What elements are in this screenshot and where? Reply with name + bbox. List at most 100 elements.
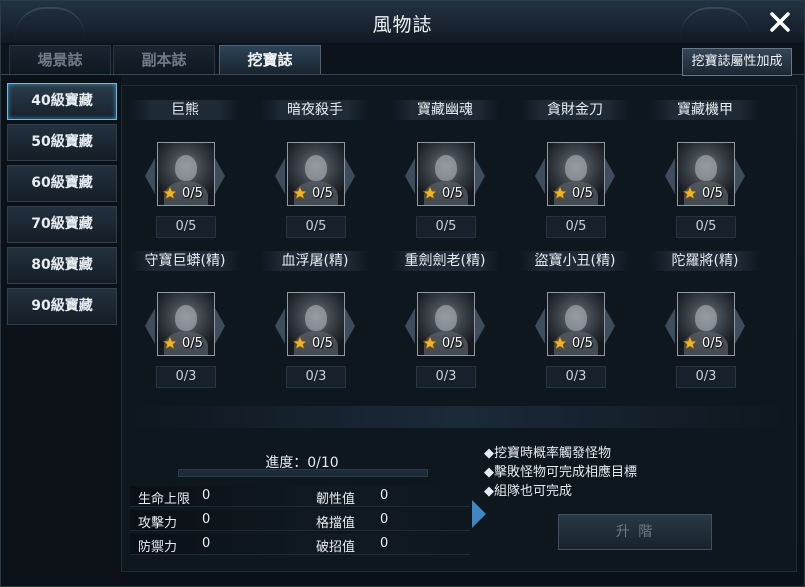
- portrait-count: 0/5: [312, 336, 333, 351]
- sidebar-item-level-60[interactable]: 60級寶藏: [7, 165, 117, 202]
- stat-label: 格擋值: [316, 516, 356, 531]
- portrait-count: 0/5: [182, 186, 203, 201]
- portrait-count: 0/5: [572, 186, 593, 201]
- progress-bar: [178, 469, 428, 477]
- stat-value: 0: [202, 536, 211, 551]
- monster-portrait[interactable]: 0/5: [547, 142, 605, 206]
- monster-card: 0/5: [535, 142, 615, 212]
- monster-portrait[interactable]: 0/5: [157, 142, 215, 206]
- kill-goal: 0/5: [676, 216, 736, 238]
- monster-card: 0/5: [405, 142, 485, 212]
- hint-line: ◆挖寶時概率觸發怪物: [484, 446, 611, 461]
- sidebar-item-level-40[interactable]: 40級寶藏: [7, 83, 117, 120]
- stat-label: 破招值: [316, 540, 356, 555]
- stat-value: 0: [202, 488, 211, 503]
- monster-panel: 巨熊 0/5 0/5 暗夜殺手 0/5 0/5 寶藏幽魂 0/5 0/5 貪財金…: [121, 85, 797, 572]
- tab-treasure[interactable]: 挖寶誌: [219, 45, 321, 74]
- sidebar-item-level-50[interactable]: 50級寶藏: [7, 124, 117, 161]
- portrait-count: 0/5: [572, 336, 593, 351]
- monster-name: 陀羅將(精): [650, 251, 760, 271]
- kill-goal: 0/3: [416, 366, 476, 388]
- stat-label: 韌性值: [316, 492, 356, 507]
- star-icon: [162, 185, 178, 200]
- monster-name: 盜寶小丑(精): [520, 251, 630, 271]
- star-icon: [552, 185, 568, 200]
- stat-row: 防禦力 0 破招值 0: [130, 534, 470, 555]
- kill-goal: 0/5: [286, 216, 346, 238]
- monster-name: 巨熊: [130, 100, 240, 120]
- kill-goal: 0/3: [286, 366, 346, 388]
- stat-label: 防禦力: [138, 540, 178, 555]
- monster-portrait[interactable]: 0/5: [157, 292, 215, 356]
- tab-dungeon[interactable]: 副本誌: [113, 45, 215, 74]
- star-icon: [552, 335, 568, 350]
- arrow-right-icon: [472, 500, 486, 528]
- stat-row: 生命上限 0 韌性值 0: [130, 486, 470, 507]
- star-icon: [162, 335, 178, 350]
- monster-portrait[interactable]: 0/5: [677, 292, 735, 356]
- star-icon: [292, 335, 308, 350]
- hint-line: ◆擊敗怪物可完成相應目標: [484, 465, 637, 480]
- star-icon: [682, 335, 698, 350]
- title-bar: 風物誌: [1, 1, 804, 44]
- kill-goal: 0/3: [546, 366, 606, 388]
- kill-goal: 0/5: [416, 216, 476, 238]
- sidebar-item-level-70[interactable]: 70級寶藏: [7, 206, 117, 243]
- stat-bonus-table: 生命上限 0 韌性值 0 攻擊力 0 格擋值 0 防禦力 0 破招值 0: [130, 486, 470, 555]
- monster-card: 0/5: [535, 292, 615, 362]
- window-title: 風物誌: [372, 14, 433, 36]
- monster-portrait[interactable]: 0/5: [547, 292, 605, 356]
- stat-value: 0: [202, 512, 211, 527]
- portrait-count: 0/5: [442, 336, 463, 351]
- hint-notes: ◆挖寶時概率觸發怪物 ◆擊敗怪物可完成相應目標 ◆組隊也可完成: [484, 444, 784, 501]
- portrait-count: 0/5: [702, 336, 723, 351]
- portrait-count: 0/5: [182, 336, 203, 351]
- portrait-count: 0/5: [702, 186, 723, 201]
- monster-portrait[interactable]: 0/5: [417, 292, 475, 356]
- monster-card: 0/5: [665, 142, 745, 212]
- monster-card: 0/5: [405, 292, 485, 362]
- kill-goal: 0/3: [676, 366, 736, 388]
- treasure-attribute-bonus-button[interactable]: 挖寶誌屬性加成: [682, 48, 792, 76]
- sidebar-item-level-80[interactable]: 80級寶藏: [7, 247, 117, 284]
- monster-card: 0/5: [275, 292, 355, 362]
- monster-card: 0/5: [145, 292, 225, 362]
- portrait-count: 0/5: [312, 186, 333, 201]
- monster-name: 暗夜殺手: [260, 100, 370, 120]
- monster-card: 0/5: [665, 292, 745, 362]
- level-sidebar: 40級寶藏 50級寶藏 60級寶藏 70級寶藏 80級寶藏 90級寶藏: [1, 75, 121, 586]
- stat-label: 生命上限: [138, 492, 191, 507]
- monster-portrait[interactable]: 0/5: [417, 142, 475, 206]
- kill-goal: 0/5: [156, 216, 216, 238]
- monster-portrait[interactable]: 0/5: [287, 292, 345, 356]
- close-button[interactable]: [768, 10, 792, 34]
- ornament-divider: [122, 406, 796, 428]
- monster-name: 寶藏機甲: [650, 100, 760, 120]
- star-icon: [292, 185, 308, 200]
- monster-name: 寶藏幽魂: [390, 100, 500, 120]
- monster-name: 貪財金刀: [520, 100, 630, 120]
- tab-bar: 場景誌 副本誌 挖寶誌 挖寶誌屬性加成: [1, 43, 804, 76]
- monster-card: 0/5: [145, 142, 225, 212]
- tab-scene[interactable]: 場景誌: [9, 45, 111, 74]
- stat-value: 0: [380, 512, 389, 527]
- close-icon: [770, 12, 790, 32]
- stat-label: 攻擊力: [138, 516, 178, 531]
- kill-goal: 0/5: [546, 216, 606, 238]
- sidebar-item-level-90[interactable]: 90級寶藏: [7, 288, 117, 325]
- star-icon: [682, 185, 698, 200]
- hint-line: ◆組隊也可完成: [484, 484, 572, 499]
- bestiary-window: 風物誌 場景誌 副本誌 挖寶誌 挖寶誌屬性加成 40級寶藏 50級寶藏 60級寶…: [0, 0, 805, 587]
- star-icon: [422, 335, 438, 350]
- monster-card: 0/5: [275, 142, 355, 212]
- monster-portrait[interactable]: 0/5: [287, 142, 345, 206]
- monster-name: 血浮屠(精): [260, 251, 370, 271]
- monster-name: 重劍劍老(精): [390, 251, 500, 271]
- portrait-count: 0/5: [442, 186, 463, 201]
- stat-row: 攻擊力 0 格擋值 0: [130, 510, 470, 531]
- stat-value: 0: [380, 536, 389, 551]
- upgrade-button[interactable]: 升 階: [558, 514, 712, 550]
- monster-name: 守寶巨蟒(精): [130, 251, 240, 271]
- kill-goal: 0/3: [156, 366, 216, 388]
- monster-portrait[interactable]: 0/5: [677, 142, 735, 206]
